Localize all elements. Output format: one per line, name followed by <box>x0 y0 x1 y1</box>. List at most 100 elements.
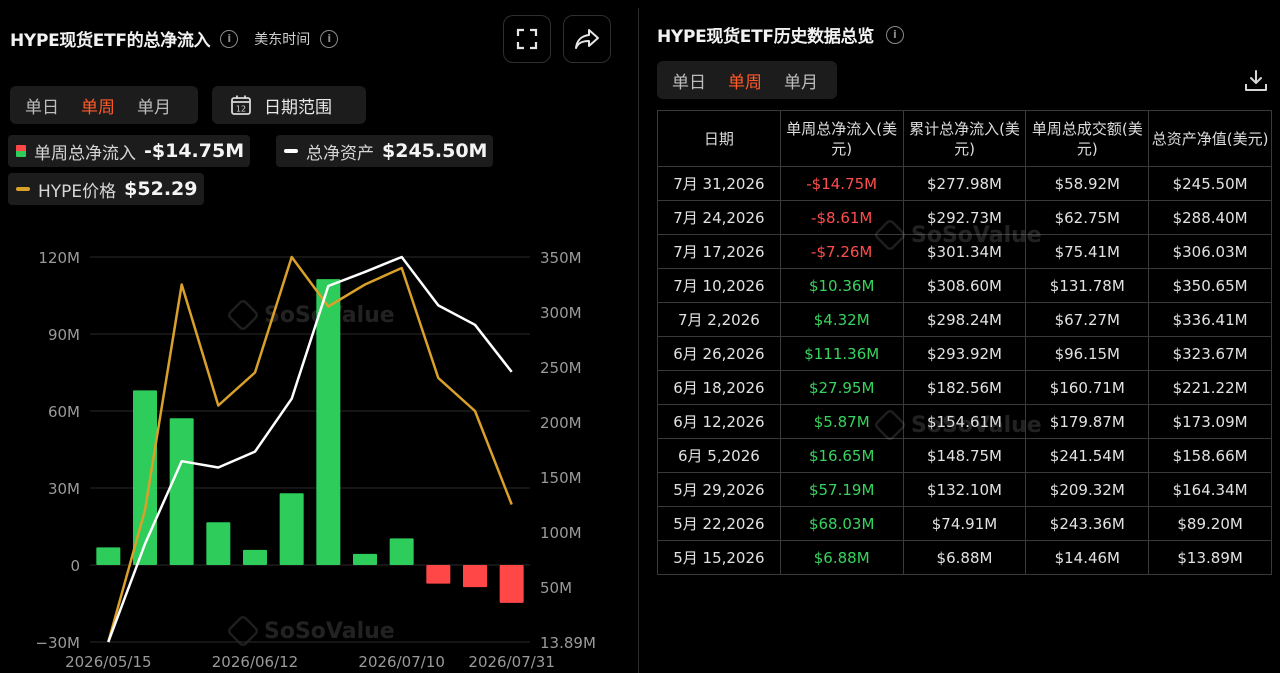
right-axis-tick: 250M <box>540 359 582 377</box>
table-cell: 5月 29,2026 <box>657 472 781 507</box>
table-title: HYPE现货ETF历史数据总览 <box>657 27 874 47</box>
flow-bar <box>206 522 231 565</box>
table-cell: $89.20M <box>1148 506 1272 541</box>
right-axis-tick: 150M <box>540 469 582 487</box>
flow-chart-panel: HYPE现货ETF的总净流入 i 美东时间 i 单日 单周 单月 12 日期范围 单… <box>0 0 638 673</box>
x-axis-tick: 2026/07/31 <box>468 653 554 671</box>
table-cell: $209.32M <box>1025 472 1150 507</box>
table-row: 7月 31,2026 -$14.75M $277.98M $58.92M $245.50… <box>657 166 1272 201</box>
table-cell: $58.92M <box>1025 166 1150 201</box>
table-cell: 6月 5,2026 <box>657 438 781 473</box>
table-cell: -$8.61M <box>779 200 904 235</box>
table-row: 5月 29,2026 $57.19M $132.10M $209.32M $164.34… <box>657 472 1272 507</box>
right-axis-tick: 300M <box>540 304 582 322</box>
table-cell: $308.60M <box>902 268 1027 303</box>
left-axis-tick: 60M <box>48 403 80 421</box>
table-cell: 6月 12,2026 <box>657 404 781 439</box>
table-row: 6月 12,2026 $5.87M $154.61M $179.87M $173.09M <box>657 404 1272 439</box>
table-cell: $277.98M <box>902 166 1027 201</box>
table-cell: $13.89M <box>1148 540 1272 575</box>
table-cell: $111.36M <box>779 336 904 371</box>
table-cell: 6月 26,2026 <box>657 336 781 371</box>
table-cell: $160.71M <box>1025 370 1150 405</box>
table-cell: -$7.26M <box>779 234 904 269</box>
table-row: 6月 5,2026 $16.65M $148.75M $241.54M $158.66M <box>657 438 1272 473</box>
table-cell: $173.09M <box>1148 404 1272 439</box>
table-cell: -$14.75M <box>779 166 904 201</box>
table-cell: $154.61M <box>902 404 1027 439</box>
table-row: 7月 2,2026 $4.32M $298.24M $67.27M $336.41M <box>657 302 1272 337</box>
table-period-tab-1[interactable]: 单周 <box>717 68 773 93</box>
table-cell: 7月 24,2026 <box>657 200 781 235</box>
table-row: 7月 17,2026 -$7.26M $301.34M $75.41M $306.03M <box>657 234 1272 269</box>
table-cell: $132.10M <box>902 472 1027 507</box>
table-cell: 7月 17,2026 <box>657 234 781 269</box>
table-period-tabs: 单日 单周 单月 <box>657 61 837 99</box>
table-cell: $293.92M <box>902 336 1027 371</box>
right-axis-tick: 13.89M <box>540 634 596 652</box>
table-header-row: 日期 单周总净流入(美元) 累计总净流入(美元) 单周总成交额(美元) 总资产净值(美元… <box>657 110 1272 167</box>
flow-bar <box>353 553 377 565</box>
price-line <box>107 255 513 643</box>
right-axis-tick: 100M <box>540 524 582 542</box>
table-cell: 5月 15,2026 <box>657 540 781 575</box>
right-axis-tick: 350M <box>540 249 582 267</box>
flow-chart[interactable]: 120M 90M 60M 30M 0 −30M 350M 300M 250M 200M 150M 10… <box>0 0 638 673</box>
left-axis-tick: 90M <box>48 326 80 344</box>
flow-bar <box>316 279 341 565</box>
table-cell: $16.65M <box>779 438 904 473</box>
table-period-tab-0[interactable]: 单日 <box>661 68 717 93</box>
table-cell: $298.24M <box>902 302 1027 337</box>
table-info-icon[interactable]: i <box>885 25 904 44</box>
table-cell: $14.46M <box>1025 540 1150 575</box>
table-cell: $6.88M <box>779 540 904 575</box>
table-cell: $75.41M <box>1025 234 1150 269</box>
table-cell: $27.95M <box>779 370 904 405</box>
table-cell: $241.54M <box>1025 438 1150 473</box>
history-table-panel: HYPE现货ETF历史数据总览 i 单日 单周 单月 日期 单周总净流入(美元) 累计总… <box>639 0 1280 673</box>
column-header-1[interactable]: 单周总净流入(美元) <box>779 110 904 167</box>
table-cell: $158.66M <box>1148 438 1272 473</box>
table-row: 5月 15,2026 $6.88M $6.88M $14.46M $13.89M <box>657 540 1272 575</box>
table-cell: $10.36M <box>779 268 904 303</box>
table-cell: 6月 18,2026 <box>657 370 781 405</box>
table-cell: $57.19M <box>779 472 904 507</box>
left-axis-tick: 0 <box>70 557 80 575</box>
table-cell: $179.87M <box>1025 404 1150 439</box>
flow-bar <box>426 565 451 584</box>
table-cell: $62.75M <box>1025 200 1150 235</box>
column-header-2[interactable]: 累计总净流入(美元) <box>902 110 1027 167</box>
left-axis-tick: 30M <box>48 480 80 498</box>
table-row: 7月 10,2026 $10.36M $308.60M $131.78M $350.65… <box>657 268 1272 303</box>
flow-bar <box>96 547 121 565</box>
table-cell: $96.15M <box>1025 336 1150 371</box>
table-cell: $292.73M <box>902 200 1027 235</box>
table-cell: $164.34M <box>1148 472 1272 507</box>
table-row: 6月 26,2026 $111.36M $293.92M $96.15M $323.67… <box>657 336 1272 371</box>
table-cell: $182.56M <box>902 370 1027 405</box>
table-cell: $221.22M <box>1148 370 1272 405</box>
flow-bar <box>463 565 487 588</box>
table-cell: $245.50M <box>1148 166 1272 201</box>
table-cell: $131.78M <box>1025 268 1150 303</box>
table-header: HYPE现货ETF历史数据总览 i <box>657 22 904 47</box>
x-axis-tick: 2026/07/10 <box>358 653 444 671</box>
table-cell: $148.75M <box>902 438 1027 473</box>
table-period-tab-2[interactable]: 单月 <box>773 68 829 93</box>
table-row: 6月 18,2026 $27.95M $182.56M $160.71M $221.22… <box>657 370 1272 405</box>
column-header-4[interactable]: 总资产净值(美元) <box>1148 110 1272 167</box>
table-cell: $4.32M <box>779 302 904 337</box>
table-row: 5月 22,2026 $68.03M $74.91M $243.36M $89.20M <box>657 506 1272 541</box>
flow-bar <box>389 538 414 565</box>
table-cell: $74.91M <box>902 506 1027 541</box>
right-axis-tick: 50M <box>540 579 572 597</box>
x-axis-tick: 2026/05/15 <box>65 653 151 671</box>
table-cell: $336.41M <box>1148 302 1272 337</box>
download-icon[interactable] <box>1243 68 1269 94</box>
table-cell: $301.34M <box>902 234 1027 269</box>
column-header-0[interactable]: 日期 <box>657 110 781 167</box>
column-header-3[interactable]: 单周总成交额(美元) <box>1025 110 1150 167</box>
table-cell: 7月 31,2026 <box>657 166 781 201</box>
table-cell: 7月 10,2026 <box>657 268 781 303</box>
assets-line <box>107 255 513 643</box>
